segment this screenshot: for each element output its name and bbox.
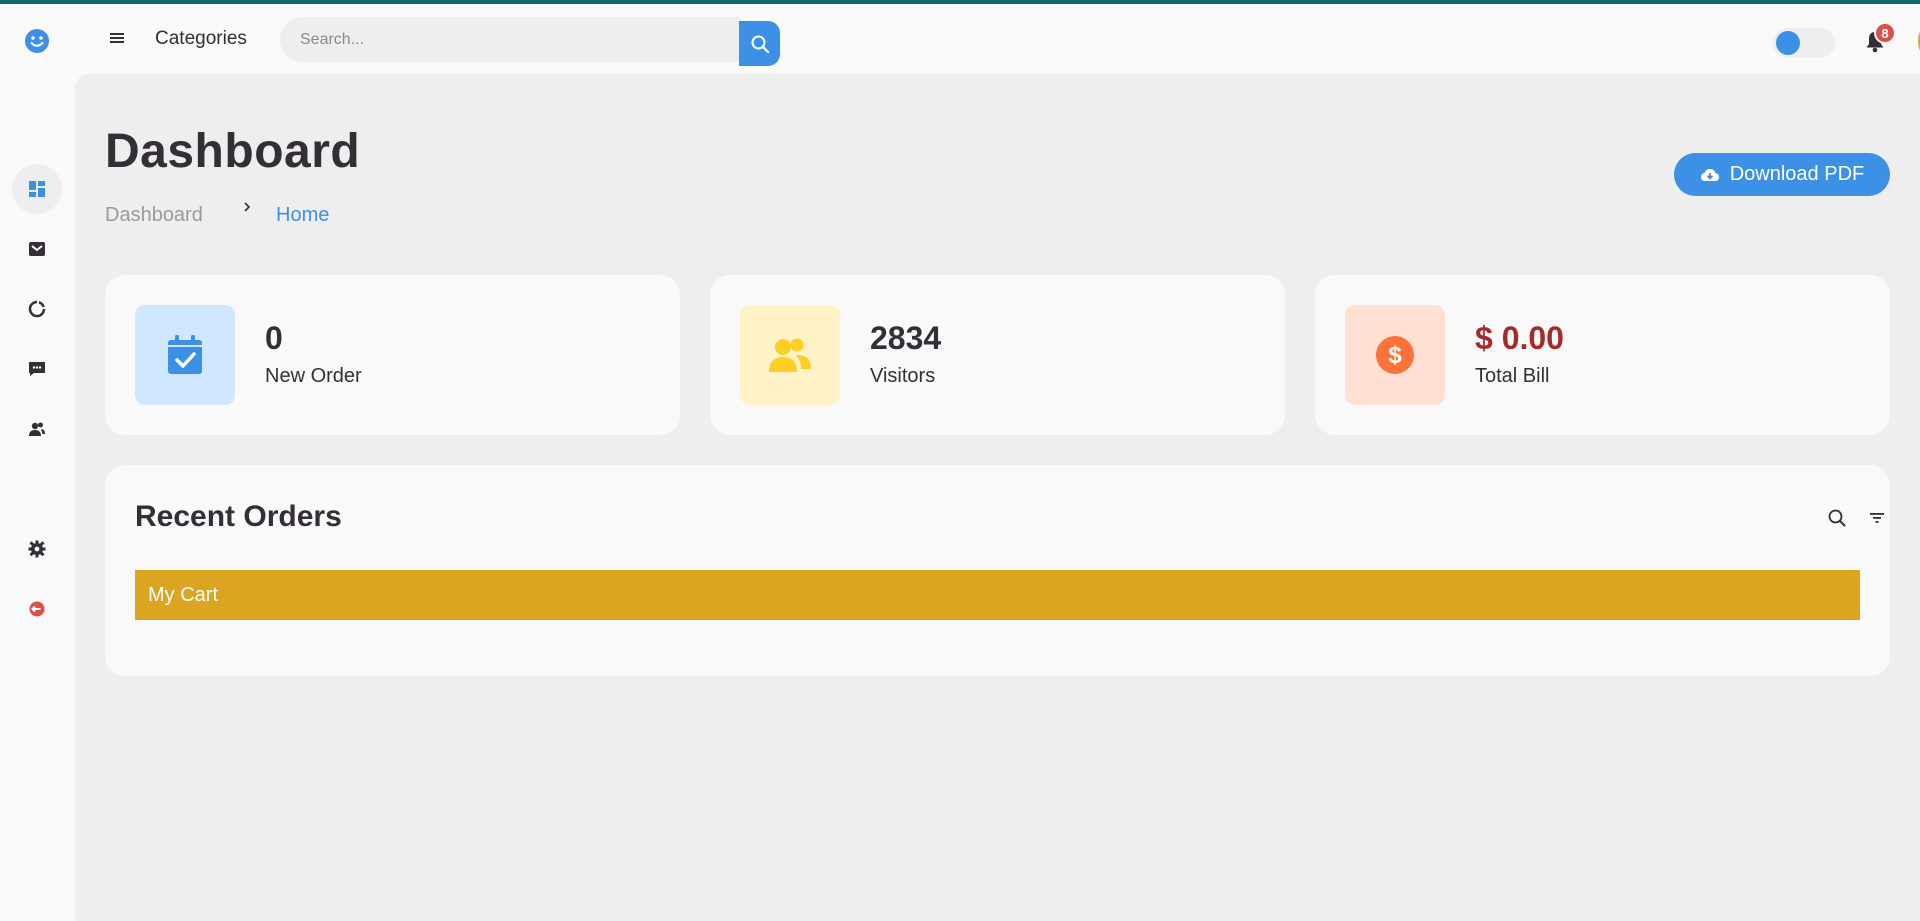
- smile-logo-icon[interactable]: [24, 28, 50, 54]
- download-pdf-button[interactable]: Download PDF: [1674, 153, 1890, 196]
- recent-orders-title: Recent Orders: [135, 500, 342, 533]
- new-order-label: New Order: [265, 365, 362, 387]
- group-icon: [29, 422, 45, 436]
- my-cart-bar[interactable]: My Cart: [135, 570, 1860, 620]
- total-bill-label: Total Bill: [1475, 365, 1550, 387]
- categories-link[interactable]: Categories: [155, 28, 247, 50]
- download-pdf-label: Download PDF: [1729, 163, 1865, 185]
- theme-toggle-switch[interactable]: [1773, 28, 1835, 58]
- sidebar-item-logout[interactable]: [12, 584, 62, 634]
- group-icon: [769, 338, 811, 372]
- pie-chart-icon: [28, 300, 46, 318]
- stat-icon-box: [135, 305, 235, 405]
- search-icon: [751, 35, 769, 53]
- sidebar-item-store[interactable]: [12, 224, 62, 274]
- visitors-label: Visitors: [870, 365, 936, 387]
- sidebar-item-analytics[interactable]: [12, 284, 62, 334]
- logout-icon: [29, 601, 45, 617]
- cloud-download-icon: [1700, 168, 1719, 181]
- stat-icon-box: $: [1345, 305, 1445, 405]
- store-icon: [29, 242, 45, 256]
- chevron-right-icon: [241, 200, 253, 218]
- sidebar-item-messages[interactable]: [12, 344, 62, 394]
- sidebar-item-dashboard[interactable]: [12, 164, 62, 214]
- breadcrumb-dashboard[interactable]: Dashboard: [105, 204, 203, 227]
- hamburger-menu-icon[interactable]: [105, 26, 129, 50]
- search-button[interactable]: [739, 21, 780, 66]
- breadcrumb-home[interactable]: Home: [276, 204, 329, 227]
- toggle-knob: [1776, 31, 1800, 55]
- sidebar-item-settings[interactable]: [12, 524, 62, 574]
- gear-icon: [28, 540, 46, 558]
- stat-card-total-bill: $ $ 0.00 Total Bill: [1315, 275, 1890, 435]
- visitors-value: 2834: [870, 320, 942, 356]
- my-cart-label: My Cart: [148, 583, 218, 606]
- sidebar: [0, 4, 75, 921]
- search-icon[interactable]: [1827, 508, 1847, 528]
- main-content: Dashboard Dashboard Home Download PDF 0 …: [75, 74, 1920, 921]
- filter-icon[interactable]: [1867, 508, 1887, 528]
- message-icon: [29, 362, 45, 376]
- sidebar-item-team[interactable]: [12, 404, 62, 454]
- search-input[interactable]: [280, 17, 740, 62]
- svg-text:$: $: [1388, 342, 1402, 369]
- total-bill-value: $ 0.00: [1475, 320, 1564, 356]
- recent-orders-panel: Recent Orders My Cart: [105, 465, 1890, 676]
- stat-icon-box: [740, 305, 840, 405]
- dollar-circle-icon: $: [1376, 336, 1414, 374]
- notification-count-badge: 8: [1874, 22, 1896, 44]
- dashboard-icon: [29, 181, 45, 197]
- new-order-value: 0: [265, 320, 283, 356]
- stat-card-visitors: 2834 Visitors: [710, 275, 1285, 435]
- top-navbar: Categories 8: [75, 4, 1920, 74]
- calendar-check-icon: [168, 335, 202, 374]
- stat-card-new-order: 0 New Order: [105, 275, 680, 435]
- page-title: Dashboard: [105, 125, 361, 178]
